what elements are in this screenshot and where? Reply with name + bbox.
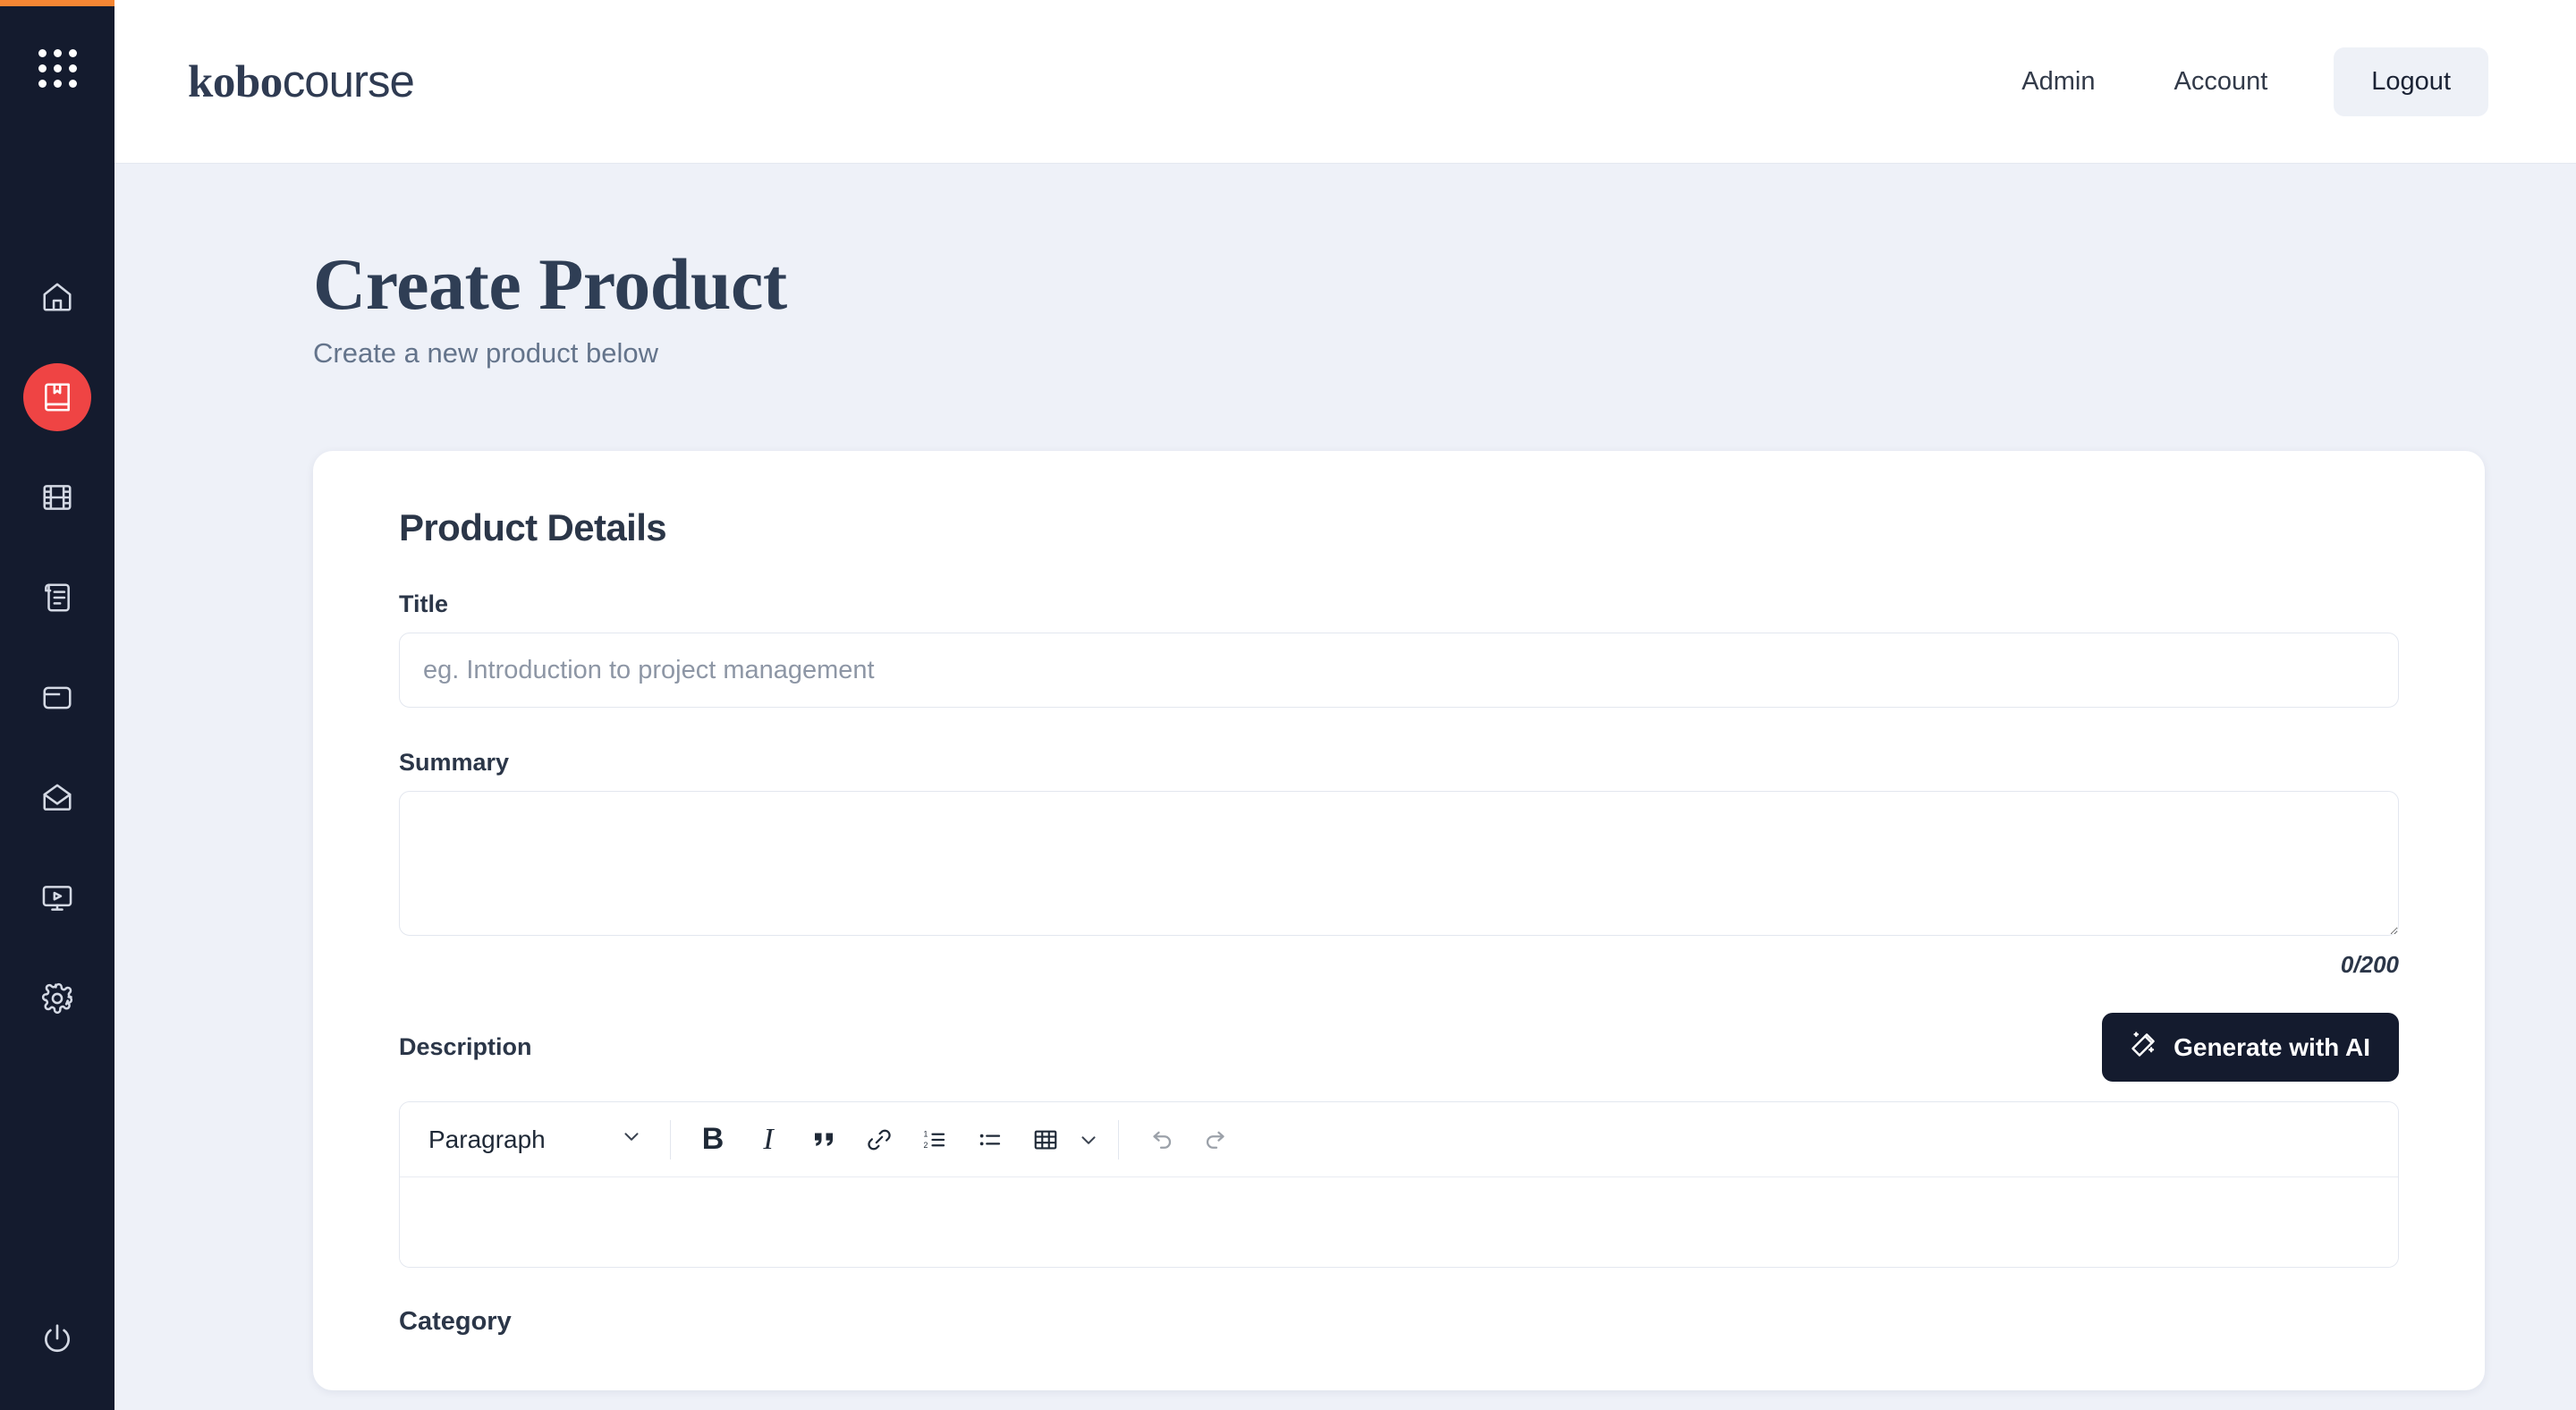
italic-button[interactable]: I [741, 1112, 796, 1168]
ordered-list-button[interactable]: 1 2 [907, 1112, 962, 1168]
logout-button[interactable]: Logout [2334, 47, 2488, 116]
card-title: Product Details [399, 506, 667, 549]
page-header: Create Product Create a new product belo… [114, 164, 2576, 369]
sidebar-item-wallet[interactable] [23, 664, 91, 732]
table-button[interactable] [1018, 1112, 1073, 1168]
book-bookmark-icon [40, 380, 74, 414]
sidebar-accent-bar [0, 0, 114, 6]
blockquote-button[interactable] [796, 1112, 852, 1168]
description-rich-text-editor: Paragraph B I 1 2 [399, 1101, 2399, 1269]
toolbar-divider-2 [1118, 1119, 1119, 1159]
summary-field-group: Summary 0/200 [399, 749, 2399, 979]
top-navigation: Admin Account Logout [2009, 47, 2488, 116]
sidebar-item-settings[interactable] [23, 964, 91, 1032]
description-header: Description Generate with AI [399, 1013, 2399, 1083]
brand-name-light: course [282, 55, 415, 106]
category-label: Category [399, 1307, 512, 1337]
topbar: kobocourse Admin Account Logout [114, 0, 2576, 164]
svg-text:2: 2 [924, 1140, 928, 1149]
power-icon [40, 1321, 74, 1360]
sidebar-item-documents[interactable] [23, 564, 91, 632]
summary-textarea[interactable] [399, 791, 2399, 937]
summary-character-counter: 0/200 [2340, 951, 2399, 979]
page-title: Create Product [313, 243, 787, 325]
sidebar-nav [23, 263, 91, 1065]
monitor-play-icon [40, 881, 74, 915]
title-label: Title [399, 590, 449, 618]
sidebar-item-media[interactable] [23, 463, 91, 531]
summary-label: Summary [399, 749, 510, 777]
brand-name-bold: kobo [188, 57, 283, 107]
svg-text:1: 1 [924, 1129, 928, 1138]
main-area: kobocourse Admin Account Logout Create P… [114, 0, 2576, 1410]
chevron-down-icon [620, 1125, 643, 1154]
block-type-select[interactable]: Paragraph [416, 1113, 656, 1167]
redo-button[interactable] [1189, 1112, 1244, 1168]
magic-wand-icon [2131, 1031, 2157, 1064]
title-field-group: Title [399, 590, 2399, 709]
page-content: Create Product Create a new product belo… [114, 164, 2576, 1410]
sidebar-item-webinars[interactable] [23, 864, 91, 932]
page-subtitle: Create a new product below [313, 337, 659, 369]
card-wallet-icon [40, 681, 74, 715]
product-details-card: Product Details Title Summary 0/200 Desc… [313, 451, 2485, 1391]
bullet-list-button[interactable] [962, 1112, 1018, 1168]
sidebar-item-products[interactable] [23, 363, 91, 431]
editor-toolbar: Paragraph B I 1 2 [400, 1102, 2398, 1178]
app-root: kobocourse Admin Account Logout Create P… [0, 0, 2576, 1410]
gear-settings-icon [40, 981, 74, 1015]
scroll-document-icon [40, 581, 74, 615]
toolbar-divider [670, 1119, 671, 1159]
description-label: Description [399, 1033, 532, 1061]
sidebar-item-home[interactable] [23, 263, 91, 331]
home-icon [40, 280, 74, 314]
sidebar-item-mail[interactable] [23, 764, 91, 832]
envelope-mail-icon [40, 781, 74, 815]
link-button[interactable] [852, 1112, 907, 1168]
sidebar [0, 0, 114, 1410]
brand-logo[interactable]: kobocourse [188, 55, 415, 108]
film-strip-icon [40, 480, 74, 514]
table-chevron-down-icon[interactable] [1073, 1128, 1104, 1151]
sidebar-item-power[interactable] [23, 1306, 91, 1374]
editor-content-area[interactable] [400, 1177, 2398, 1268]
nav-link-account[interactable]: Account [2162, 60, 2281, 104]
generate-with-ai-button[interactable]: Generate with AI [2102, 1013, 2399, 1083]
grid-dots-icon[interactable] [38, 49, 77, 88]
title-input[interactable] [399, 633, 2399, 709]
bold-button[interactable]: B [685, 1112, 741, 1168]
block-type-value: Paragraph [428, 1125, 546, 1153]
nav-link-admin[interactable]: Admin [2009, 60, 2107, 104]
generate-with-ai-label: Generate with AI [2174, 1032, 2370, 1061]
undo-button[interactable] [1133, 1112, 1189, 1168]
